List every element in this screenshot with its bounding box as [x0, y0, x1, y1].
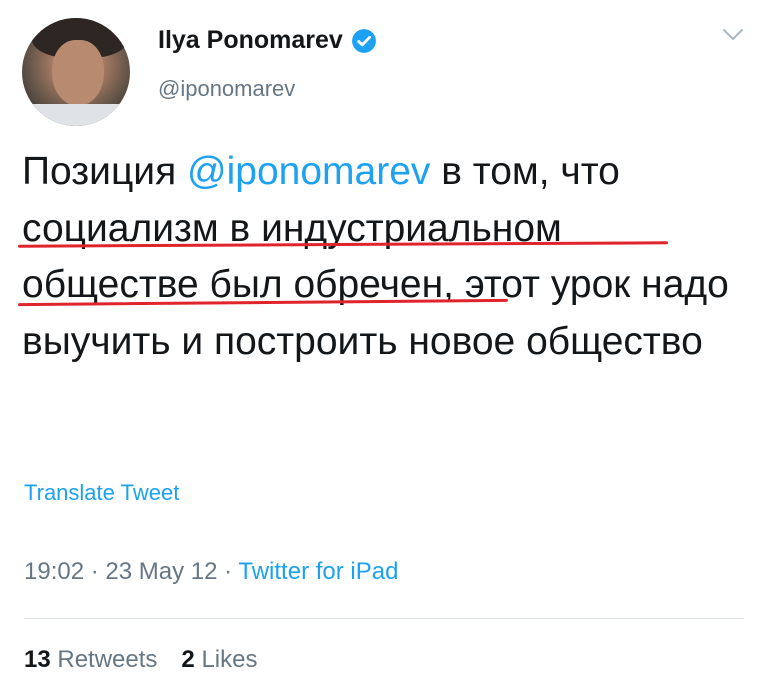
retweets-stat[interactable]: 13 Retweets: [24, 646, 157, 673]
tweet-text-before: Позиция: [22, 150, 188, 193]
author-handle[interactable]: @iponomarev: [158, 76, 295, 102]
tweet-mention-link[interactable]: @iponomarev: [187, 150, 430, 193]
translate-tweet-link[interactable]: Translate Tweet: [24, 480, 179, 506]
meta-separator: ·: [224, 558, 233, 585]
retweets-label: Retweets: [57, 646, 158, 673]
verified-badge-icon: [351, 28, 376, 53]
avatar-shirt: [22, 104, 130, 126]
tweet-date: 23 May 12: [105, 558, 218, 585]
chevron-down-icon[interactable]: [722, 28, 744, 42]
tweet-stats: 13 Retweets 2 Likes: [24, 646, 257, 674]
retweets-count: 13: [24, 646, 51, 673]
tweet-time: 19:02: [24, 558, 85, 585]
tweet-source-link[interactable]: Twitter for iPad: [238, 558, 398, 585]
tweet-text: Позиция @iponomarev в том, что социализм…: [22, 144, 742, 370]
likes-count: 2: [181, 646, 195, 673]
divider: [24, 618, 744, 619]
avatar-face: [52, 40, 104, 106]
likes-label: Likes: [201, 646, 258, 673]
meta-separator: ·: [90, 558, 99, 585]
tweet-meta: 19:02 · 23 May 12 · Twitter for iPad: [24, 558, 398, 586]
author-name-row[interactable]: Ilya Ponomarev: [158, 26, 377, 55]
author-name[interactable]: Ilya Ponomarev: [158, 26, 343, 55]
likes-stat[interactable]: 2 Likes: [181, 646, 257, 673]
author-avatar[interactable]: [22, 18, 130, 126]
